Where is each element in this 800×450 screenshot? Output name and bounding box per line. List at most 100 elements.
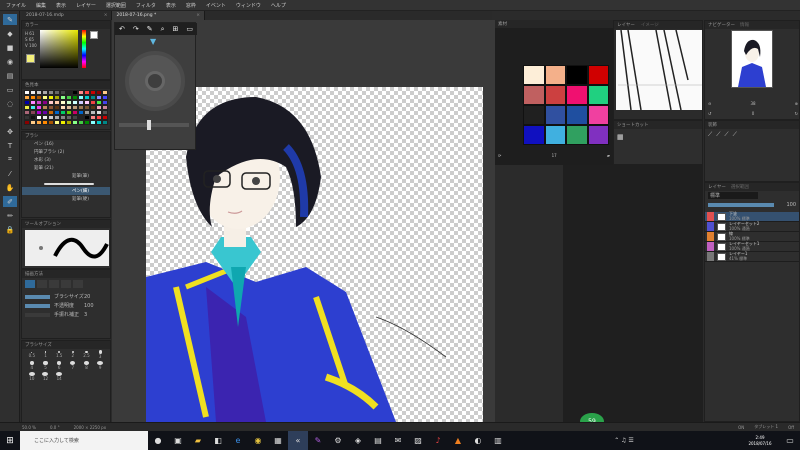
crop-icon[interactable]: ⌗ xyxy=(3,154,17,165)
film-icon[interactable]: ▥ xyxy=(488,431,508,450)
eyedropper-icon[interactable]: ⁄ xyxy=(3,168,17,179)
taskbar-search[interactable]: ここに入力して検索 xyxy=(20,431,148,450)
material-swatch[interactable] xyxy=(587,125,609,145)
brush-size-option[interactable]: 8 xyxy=(80,361,94,370)
fill-icon[interactable]: ◉ xyxy=(3,56,17,67)
zoom-slider[interactable] xyxy=(119,120,189,130)
brush-group[interactable]: ペン (16) xyxy=(22,140,110,148)
material-swatch[interactable] xyxy=(544,105,566,125)
material-swatch[interactable] xyxy=(566,85,588,105)
tab-png[interactable]: 2018-07-16.png * × xyxy=(112,11,206,20)
navigator-thumbnail[interactable] xyxy=(731,30,773,88)
brush-size-option[interactable]: 1 xyxy=(39,350,53,359)
brush-group[interactable]: 鉛筆 (21) xyxy=(22,164,110,172)
secondary-color-swatch[interactable] xyxy=(90,31,98,39)
brush-size-option[interactable]: 5 xyxy=(39,361,53,370)
blend-mode-select[interactable]: 標準 xyxy=(708,192,758,199)
mic-icon[interactable]: ● xyxy=(148,431,168,450)
brush-icon[interactable]: ✎ xyxy=(3,14,17,25)
layer-row[interactable]: レイヤー1 41% 標準 xyxy=(705,251,799,262)
h-value[interactable]: 61 xyxy=(29,31,34,36)
chevron-down-icon[interactable]: ▼ xyxy=(150,37,156,46)
material-swatch[interactable] xyxy=(544,85,566,105)
hue-slider[interactable] xyxy=(82,30,86,68)
transform-icon[interactable]: ⊞ xyxy=(172,25,178,33)
eraser-icon[interactable]: ◆ xyxy=(3,28,17,39)
menu-file[interactable]: ファイル xyxy=(6,2,26,9)
shape-line-icon[interactable] xyxy=(25,280,35,288)
material-swatch[interactable] xyxy=(523,125,545,145)
shape-rect-icon[interactable] xyxy=(61,280,71,288)
steam-icon[interactable]: ⚙ xyxy=(328,431,348,450)
redo-icon[interactable]: ↷ xyxy=(133,25,139,33)
menu-help[interactable]: ヘルプ xyxy=(271,2,286,9)
brush-group[interactable]: 円筆ブラシ (2) xyxy=(22,148,110,156)
material-swatch[interactable] xyxy=(566,105,588,125)
zoom-value[interactable]: 38 xyxy=(750,101,755,106)
prop-row[interactable]: 不透明度 100 xyxy=(25,301,109,310)
menu-select[interactable]: 選択範囲 xyxy=(106,2,126,9)
deco-brush-icon[interactable]: ⟋ xyxy=(733,131,737,143)
brush-size-option[interactable]: 12 xyxy=(39,372,53,381)
saturation-value-picker[interactable] xyxy=(40,30,78,68)
refresh-icon[interactable]: ⟳ xyxy=(498,153,501,158)
gradient-icon[interactable]: ▤ xyxy=(3,70,17,81)
zoom-slider-handle[interactable] xyxy=(147,120,151,130)
tab-mdp[interactable]: 2018-07-16.mdp × xyxy=(22,11,113,20)
palette-swatch[interactable] xyxy=(102,120,108,125)
grid-icon[interactable]: ▦ xyxy=(617,133,624,141)
shape-ellipse-icon[interactable] xyxy=(73,280,83,288)
v-value[interactable]: 100 xyxy=(29,43,37,48)
medibang-icon[interactable]: « xyxy=(288,431,308,450)
pencil-icon[interactable]: ✏ xyxy=(3,210,17,221)
menu-layer[interactable]: レイヤー xyxy=(76,2,96,9)
angle-value[interactable]: 0 xyxy=(752,111,755,116)
lock-icon[interactable]: 🔒 xyxy=(3,224,17,235)
brush-size-option[interactable]: 2.5 xyxy=(80,350,94,359)
canvas[interactable] xyxy=(146,87,483,422)
brush-size-option[interactable]: 14 xyxy=(52,372,66,381)
brush-size-option[interactable]: 10 xyxy=(25,372,39,381)
clock[interactable]: 2:49 2018/07/16 xyxy=(740,435,780,447)
layer-row[interactable]: レイヤーセット2 100% 通過 xyxy=(705,221,799,232)
material-swatch[interactable] xyxy=(523,105,545,125)
mail-icon[interactable]: ✉ xyxy=(388,431,408,450)
chrome-icon[interactable]: ◉ xyxy=(248,431,268,450)
prop-value[interactable]: 100 xyxy=(84,303,94,309)
zoom-out-icon[interactable]: ⊖ xyxy=(708,101,711,106)
pen-icon[interactable]: ✎ xyxy=(147,25,153,33)
material-swatch[interactable] xyxy=(587,105,609,125)
close-icon[interactable]: × xyxy=(104,13,108,18)
brush-item-selected[interactable]: ペン(細) xyxy=(22,187,110,195)
material-swatch[interactable] xyxy=(566,125,588,145)
layer-visibility-icon[interactable] xyxy=(707,232,714,241)
brush-size-option[interactable]: 9 xyxy=(93,361,107,370)
vlc-icon[interactable]: ▲ xyxy=(448,431,468,450)
wand-icon[interactable]: ✦ xyxy=(3,112,17,123)
layer-row[interactable]: レイヤーセット1 100% 通過 xyxy=(705,241,799,252)
brush-group[interactable]: 水彩 (3) xyxy=(22,156,110,164)
panel-subtitle[interactable]: イメージ xyxy=(641,22,659,28)
rectangle-icon[interactable]: ■ xyxy=(3,42,17,53)
deco-brush-icon[interactable]: ⟋ xyxy=(724,131,728,143)
folder-icon[interactable]: ▰ xyxy=(607,153,610,158)
layer-visibility-icon[interactable] xyxy=(707,212,714,221)
task-view-icon[interactable]: ▣ xyxy=(168,431,188,450)
deco-brush-icon[interactable]: ⟋ xyxy=(716,131,720,143)
rotate-left-icon[interactable]: ↺ xyxy=(708,111,711,116)
s-value[interactable]: 65 xyxy=(29,37,34,42)
palette-grid[interactable] xyxy=(24,90,108,128)
text-icon[interactable]: T xyxy=(3,140,17,151)
material-swatch[interactable] xyxy=(587,65,609,85)
opacity-slider[interactable] xyxy=(708,202,774,207)
lasso-icon[interactable]: ◌ xyxy=(3,98,17,109)
brush-item[interactable]: 鉛筆(硬) xyxy=(22,195,110,203)
brush-size-option[interactable]: 2 xyxy=(66,350,80,359)
rotate-right-icon[interactable]: ↻ xyxy=(795,111,798,116)
hand-icon[interactable]: ✋ xyxy=(3,182,17,193)
prop-row[interactable]: 手振れ補正 3 xyxy=(25,310,109,319)
brush-size-option[interactable]: 4 xyxy=(25,361,39,370)
zoom-in-icon[interactable]: ⊕ xyxy=(795,101,798,106)
edge-icon[interactable]: e xyxy=(228,431,248,450)
tray-icons[interactable]: ⌃ ♫ ☰ xyxy=(594,431,654,450)
